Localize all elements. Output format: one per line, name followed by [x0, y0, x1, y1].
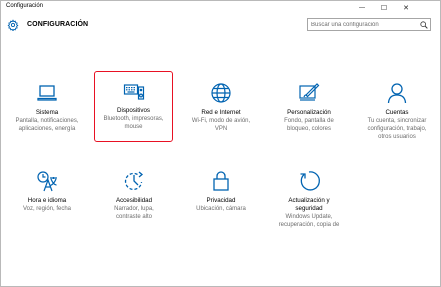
title-bar: Configuración — ☐ ✕	[1, 1, 440, 15]
laptop-icon	[37, 85, 57, 101]
accessibility-icon	[124, 171, 144, 191]
tile-description: Tu cuenta, sincronizar configuración, tr…	[367, 118, 427, 140]
tile-description: Wi-Fi, modo de avión, VPN	[191, 118, 251, 132]
tile-label: Personalización	[287, 109, 331, 116]
tile-label: Sistema	[35, 109, 59, 116]
tile-label: Accesibilidad	[115, 197, 153, 204]
tile-description: Fondo, pantalla de bloqueo, colores	[284, 118, 334, 132]
tile-description: Ubicación, cámara	[196, 206, 246, 212]
tile-dispositivos[interactable]: Dispositivos Bluetooth, impresoras, mous…	[94, 71, 173, 142]
tile-label: Actualización y seguridad	[288, 197, 330, 212]
search-input[interactable]	[311, 20, 415, 30]
update-icon	[300, 171, 320, 191]
settings-header: CONFIGURACIÓN	[1, 15, 440, 37]
minimize-button[interactable]: —	[351, 1, 373, 15]
gear-icon	[7, 19, 19, 31]
tile-label: Cuentas	[385, 109, 409, 116]
tile-label: Dispositivos	[116, 107, 150, 114]
maximize-icon: ☐	[380, 5, 388, 12]
tile-description: Narrador, lupa, contraste alto	[114, 206, 154, 220]
tile-label: Privacidad	[206, 197, 236, 204]
tile-description: Pantalla, notificaciones, aplicaciones, …	[15, 118, 79, 132]
tile-label: Red e Internet	[201, 109, 241, 116]
tile-cuentas[interactable]: Cuentas Tu cuenta, sincronizar configura…	[355, 73, 439, 145]
paint-icon	[299, 83, 320, 101]
close-icon: ✕	[403, 5, 409, 12]
tile-accesibilidad[interactable]: Accesibilidad Narrador, lupa, contraste …	[92, 161, 176, 221]
tile-description: Windows Update, recuperación, copia de	[278, 214, 340, 228]
globe-icon	[211, 83, 231, 103]
tile-privacidad[interactable]: Privacidad Ubicación, cámara	[179, 161, 263, 221]
tile-red-internet[interactable]: Red e Internet Wi-Fi, modo de avión, VPN	[179, 73, 263, 143]
tile-hora-idioma[interactable]: Hora e idioma Voz, región, fecha	[5, 161, 89, 221]
tile-description: Bluetooth, impresoras, mouse	[103, 116, 164, 130]
tile-personalizacion[interactable]: Personalización Fondo, pantalla de bloqu…	[267, 73, 351, 143]
search-icon[interactable]	[420, 21, 428, 29]
minimize-icon: —	[359, 5, 365, 11]
search-box[interactable]	[307, 18, 431, 31]
window-title: Configuración	[6, 3, 44, 9]
page-title: CONFIGURACIÓN	[27, 21, 89, 28]
lock-icon	[213, 171, 229, 191]
tile-sistema[interactable]: Sistema Pantalla, notificaciones, aplica…	[5, 73, 89, 143]
tile-description: Voz, región, fecha	[22, 206, 72, 212]
settings-window: Configuración — ☐ ✕ CONFIGURACIÓN Buscar…	[0, 0, 441, 287]
keyboard-speaker-icon	[123, 84, 144, 100]
tile-actualizacion-seguridad[interactable]: Actualización y seguridad Windows Update…	[267, 161, 351, 233]
language-icon	[37, 171, 57, 192]
maximize-button[interactable]: ☐	[373, 1, 395, 15]
person-icon	[387, 83, 407, 104]
tile-label: Hora e idioma	[27, 197, 67, 204]
close-button[interactable]: ✕	[395, 1, 417, 15]
